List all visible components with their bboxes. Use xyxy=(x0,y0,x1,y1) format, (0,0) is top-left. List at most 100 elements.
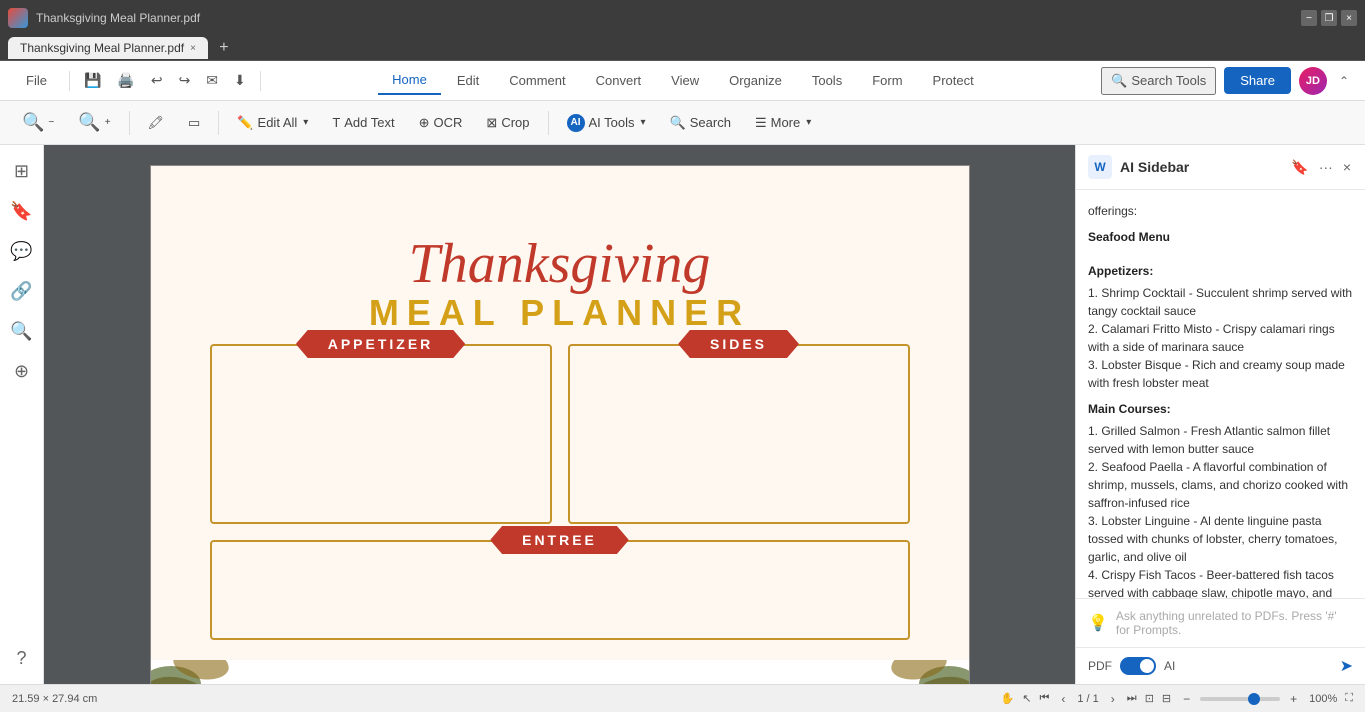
ai-header-icons: 🔖 ··· × xyxy=(1289,157,1353,178)
tab-view[interactable]: View xyxy=(657,66,713,95)
add-text-icon: T xyxy=(332,115,340,130)
sidebar-pages-icon[interactable]: ⊞ xyxy=(4,153,40,189)
zoom-out-status-button[interactable]: − xyxy=(1179,690,1194,708)
tab-home[interactable]: Home xyxy=(378,66,441,95)
sidebar-comments-icon[interactable]: 💬 xyxy=(4,233,40,269)
ai-more-icon[interactable]: ··· xyxy=(1317,157,1335,177)
new-tab-button[interactable]: + xyxy=(212,36,236,60)
menu-separator-2 xyxy=(260,71,261,91)
menu-bar: File 💾 🖨️ ↩ ↪ ✉ ⬇ Home Edit Comment Conv… xyxy=(0,61,1365,101)
add-text-button[interactable]: T Add Text xyxy=(322,109,404,136)
pointer-icon[interactable]: ↖ xyxy=(1022,692,1031,705)
zoom-slider[interactable] xyxy=(1200,697,1280,701)
ai-input-placeholder[interactable]: Ask anything unrelated to PDFs. Press '#… xyxy=(1116,609,1353,637)
edit-all-button[interactable]: ✏️ Edit All xyxy=(227,109,318,137)
search-tools-button[interactable]: 🔍 Search Tools xyxy=(1101,67,1216,95)
ai-close-icon[interactable]: × xyxy=(1341,157,1353,177)
tab-organize[interactable]: Organize xyxy=(715,66,796,95)
menu-tabs: Home Edit Comment Convert View Organize … xyxy=(269,66,1097,95)
user-avatar[interactable]: JD xyxy=(1299,67,1327,95)
ai-sidebar-title: AI Sidebar xyxy=(1120,159,1281,175)
tab-protect[interactable]: Protect xyxy=(919,66,988,95)
sidebar-help-icon[interactable]: ? xyxy=(4,640,40,676)
close-window-button[interactable]: × xyxy=(1341,10,1357,26)
prev-page-button[interactable]: ‹ xyxy=(1057,690,1069,708)
ocr-button[interactable]: ⊕ OCR xyxy=(409,109,473,137)
zoom-in-button[interactable]: 🔍 + xyxy=(68,106,120,139)
highlight-button[interactable]: 🖍 xyxy=(138,109,175,137)
rectangle-button[interactable]: ▭ xyxy=(178,109,210,137)
ai-logo-icon: W xyxy=(1088,155,1112,179)
zoom-slider-thumb xyxy=(1248,693,1260,705)
ai-input-area: 💡 Ask anything unrelated to PDFs. Press … xyxy=(1076,598,1365,647)
sidebar-layers-icon[interactable]: ⊕ xyxy=(4,353,40,389)
app-icon xyxy=(8,8,28,28)
ai-main-courses-title: Main Courses: xyxy=(1088,400,1353,418)
last-page-icon[interactable]: ⏭ xyxy=(1127,692,1137,705)
toolbar-separator-3 xyxy=(548,111,549,135)
sidebar-bookmarks-icon[interactable]: 🔖 xyxy=(4,193,40,229)
sidebar-attachments-icon[interactable]: 🔗 xyxy=(4,273,40,309)
ai-appetizers-title: Appetizers: xyxy=(1088,262,1353,280)
download-button[interactable]: ⬇ xyxy=(228,68,252,93)
title-bar: Thanksgiving Meal Planner.pdf − ❐ × xyxy=(0,0,1365,36)
fit-width-icon[interactable]: ⊟ xyxy=(1162,692,1171,705)
ai-bulb-icon: 💡 xyxy=(1088,613,1108,633)
tab-close-button[interactable]: × xyxy=(190,43,196,54)
sides-section: SIDES xyxy=(568,344,910,524)
fullscreen-icon[interactable]: ⛶ xyxy=(1345,692,1353,705)
zoom-out-icon: 🔍 xyxy=(22,112,44,133)
zoom-out-button[interactable]: 🔍 − xyxy=(12,106,64,139)
search-tools-label: Search Tools xyxy=(1131,73,1206,88)
search-btn-icon: 🔍 xyxy=(670,115,686,131)
toolbar-separator-1 xyxy=(129,111,130,135)
more-button[interactable]: ☰ More xyxy=(745,109,821,137)
sides-label: SIDES xyxy=(678,330,799,358)
minimize-button[interactable]: − xyxy=(1301,10,1317,26)
tab-bar: Thanksgiving Meal Planner.pdf × + xyxy=(0,36,1365,61)
share-button[interactable]: Share xyxy=(1224,67,1291,94)
pdf-content: Thanksgiving MEAL PLANNER APPETIZER SIDE… xyxy=(151,166,969,660)
print-button[interactable]: 🖨️ xyxy=(111,68,140,93)
document-tab[interactable]: Thanksgiving Meal Planner.pdf × xyxy=(8,37,208,59)
crop-icon: ⊠ xyxy=(486,115,497,131)
more-icon: ☰ xyxy=(755,115,767,131)
fit-page-icon[interactable]: ⊡ xyxy=(1145,692,1154,705)
sidebar-search-icon[interactable]: 🔍 xyxy=(4,313,40,349)
email-button[interactable]: ✉ xyxy=(200,68,224,93)
planner-title-main: MEAL PLANNER xyxy=(369,292,750,334)
search-button[interactable]: 🔍 Search xyxy=(660,109,741,137)
tab-form[interactable]: Form xyxy=(858,66,916,95)
page-dimensions: 21.59 × 27.94 cm xyxy=(12,693,97,705)
ai-toggle[interactable] xyxy=(1120,657,1156,675)
menu-separator-1 xyxy=(69,71,70,91)
undo-button[interactable]: ↩ xyxy=(145,68,169,93)
ai-bookmark-icon[interactable]: 🔖 xyxy=(1289,157,1310,178)
ai-pdf-label: PDF xyxy=(1088,659,1112,673)
ai-send-icon[interactable]: ➤ xyxy=(1340,656,1353,676)
tab-convert[interactable]: Convert xyxy=(582,66,656,95)
tab-comment[interactable]: Comment xyxy=(495,66,579,95)
ai-content: offerings: Seafood Menu Appetizers: 1. S… xyxy=(1076,190,1365,598)
crop-button[interactable]: ⊠ Crop xyxy=(476,109,539,137)
redo-button[interactable]: ↪ xyxy=(173,68,197,93)
toolbar-separator-2 xyxy=(218,111,219,135)
window-controls: − ❐ × xyxy=(1301,10,1357,26)
save-button[interactable]: 💾 xyxy=(78,68,107,93)
restore-button[interactable]: ❐ xyxy=(1321,10,1337,26)
main-area: ⊞ 🔖 💬 🔗 🔍 ⊕ ? xyxy=(0,145,1365,684)
edit-icon: ✏️ xyxy=(237,115,253,131)
collapse-button[interactable]: ⌃ xyxy=(1335,72,1353,90)
hand-tool-icon[interactable]: ✋ xyxy=(1001,692,1015,705)
first-page-icon[interactable]: ⏮ xyxy=(1039,692,1049,705)
tab-edit[interactable]: Edit xyxy=(443,66,493,95)
pdf-area: Thanksgiving MEAL PLANNER APPETIZER SIDE… xyxy=(44,145,1075,684)
next-page-button[interactable]: › xyxy=(1107,690,1119,708)
ai-tools-button[interactable]: AI AI Tools xyxy=(557,108,656,138)
tab-tools[interactable]: Tools xyxy=(798,66,856,95)
sections-grid: APPETIZER SIDES ENTREE xyxy=(210,344,910,640)
file-menu[interactable]: File xyxy=(12,67,61,94)
zoom-in-status-button[interactable]: + xyxy=(1286,690,1301,708)
appetizer-label: APPETIZER xyxy=(296,330,466,358)
menu-right: 🔍 Search Tools Share JD ⌃ xyxy=(1101,67,1353,95)
